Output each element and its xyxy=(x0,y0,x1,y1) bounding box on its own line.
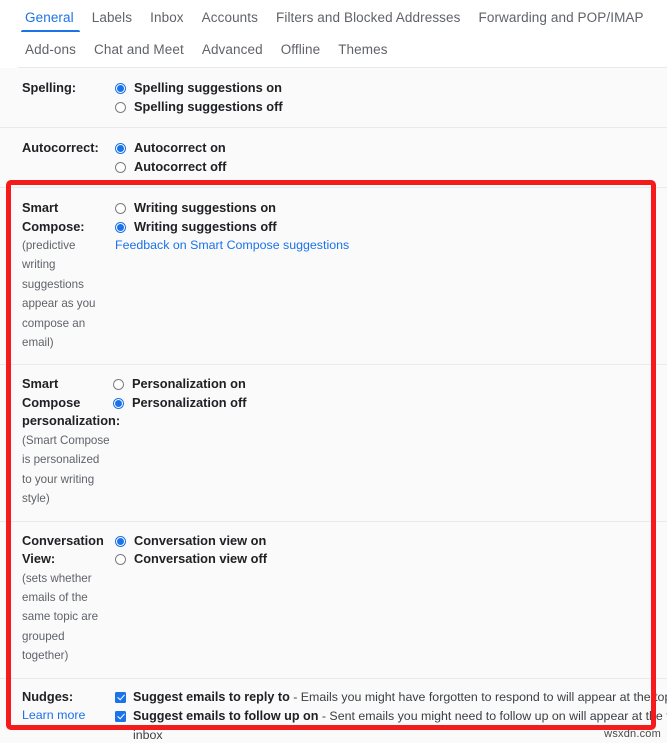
tab-offline[interactable]: Offline xyxy=(272,42,329,64)
spelling-option-on-label: Spelling suggestions on xyxy=(134,80,282,95)
smart-compose-personalization-label-column: Smart Compose personalization: (Smart Co… xyxy=(0,375,121,508)
nudges-label: Nudges: xyxy=(22,688,74,704)
checkbox-suggest-emails-to-reply-to[interactable] xyxy=(115,691,126,703)
conversation-view-label-line2: View: xyxy=(22,551,56,567)
spelling-option-off[interactable]: Spelling suggestions off xyxy=(115,98,667,117)
tab-labels[interactable]: Labels xyxy=(83,10,141,32)
settings-tab-bar: General Labels Inbox Accounts Filters an… xyxy=(0,0,667,68)
radio-conversation-view-on[interactable] xyxy=(115,535,126,547)
radio-writing-suggestions-on[interactable] xyxy=(115,203,126,214)
radio-personalization-on[interactable] xyxy=(113,379,124,391)
autocorrect-option-on[interactable]: Autocorrect on xyxy=(115,139,667,158)
radio-spelling-on[interactable] xyxy=(115,83,126,94)
nudges-options: Suggest emails to reply to - Emails you … xyxy=(113,688,667,743)
spelling-option-off-label: Spelling suggestions off xyxy=(134,98,283,114)
smart-compose-option-on-label: Writing suggestions on xyxy=(134,200,276,215)
autocorrect-option-on-label: Autocorrect on xyxy=(134,140,226,155)
nudges-reply-bold: Suggest emails to reply to xyxy=(133,689,290,704)
smart-compose-option-on[interactable]: Writing suggestions on xyxy=(115,199,667,218)
smart-compose-personalization-description: (Smart Compose is personalized to your w… xyxy=(22,433,110,506)
nudges-reply-text: Suggest emails to reply to - Emails you … xyxy=(133,688,667,707)
personalization-option-off-label: Personalization off xyxy=(132,394,247,410)
gmail-settings-screen: General Labels Inbox Accounts Filters an… xyxy=(0,0,667,743)
tab-inbox[interactable]: Inbox xyxy=(141,10,193,32)
conversation-view-option-off[interactable]: Conversation view off xyxy=(115,550,667,569)
smart-compose-label-line2: Compose: xyxy=(22,218,85,234)
radio-autocorrect-on[interactable] xyxy=(115,143,126,154)
autocorrect-option-off-label: Autocorrect off xyxy=(134,158,227,174)
watermark-text: wsxdn.com xyxy=(604,728,661,740)
checkbox-suggest-emails-to-follow-up-on[interactable] xyxy=(115,710,126,722)
autocorrect-options: Autocorrect on Autocorrect off xyxy=(113,139,667,176)
radio-personalization-off[interactable] xyxy=(113,397,124,409)
setting-row-nudges: Nudges: Learn more Suggest emails to rep… xyxy=(0,678,667,743)
smart-compose-personalization-label-line1: Smart Compose xyxy=(22,376,81,410)
conversation-view-label-line1: Conversation xyxy=(22,532,104,548)
personalization-option-off[interactable]: Personalization off xyxy=(113,394,667,413)
conversation-view-options: Conversation view on Conversation view o… xyxy=(113,532,667,569)
autocorrect-label-column: Autocorrect: xyxy=(0,139,113,158)
tab-themes[interactable]: Themes xyxy=(329,42,396,64)
tab-advanced[interactable]: Advanced xyxy=(193,42,272,64)
setting-row-spelling: Spelling: Spelling suggestions on Spelli… xyxy=(0,68,667,128)
smart-compose-label-line1: Smart xyxy=(22,200,59,215)
smart-compose-label-column: Smart Compose: (predictive writing sugge… xyxy=(0,199,113,352)
tab-add-ons[interactable]: Add-ons xyxy=(18,42,85,64)
nudges-followup-text: Suggest emails to follow up on - Sent em… xyxy=(133,707,667,726)
nudges-followup-option[interactable]: Suggest emails to follow up on - Sent em… xyxy=(115,707,667,726)
conversation-view-description: (sets whether emails of the same topic a… xyxy=(22,571,99,663)
radio-writing-suggestions-off[interactable] xyxy=(115,221,126,233)
tab-accounts[interactable]: Accounts xyxy=(193,10,267,32)
spelling-label: Spelling: xyxy=(22,80,77,95)
smart-compose-personalization-label-line2: personalization: xyxy=(22,413,121,429)
setting-row-conversation-view: Conversation View: (sets whether emails … xyxy=(0,521,667,679)
nudges-followup-rest: - Sent emails you might need to follow u… xyxy=(321,708,667,723)
tab-row-primary: General Labels Inbox Accounts Filters an… xyxy=(18,0,667,32)
tab-chat-and-meet[interactable]: Chat and Meet xyxy=(85,42,193,64)
nudges-followup-bold: Suggest emails to follow up on xyxy=(133,708,319,723)
setting-row-autocorrect: Autocorrect: Autocorrect on Autocorrect … xyxy=(0,128,667,188)
radio-autocorrect-off[interactable] xyxy=(115,161,126,173)
smart-compose-personalization-options: Personalization on Personalization off xyxy=(113,375,667,412)
spelling-option-on[interactable]: Spelling suggestions on xyxy=(115,79,667,98)
tab-filters-and-blocked-addresses[interactable]: Filters and Blocked Addresses xyxy=(267,10,470,32)
nudges-label-column: Nudges: Learn more xyxy=(0,688,113,726)
nudges-reply-rest: - Emails you might have forgotten to res… xyxy=(293,689,667,704)
smart-compose-option-off-label: Writing suggestions off xyxy=(134,218,277,234)
personalization-option-on-label: Personalization on xyxy=(132,376,246,392)
setting-row-smart-compose-personalization: Smart Compose personalization: (Smart Co… xyxy=(0,365,667,522)
smart-compose-description: (predictive writing suggestions appear a… xyxy=(22,239,96,350)
radio-conversation-view-off[interactable] xyxy=(115,554,126,566)
settings-list: Spelling: Spelling suggestions on Spelli… xyxy=(0,68,667,743)
conversation-view-option-on-label: Conversation view on xyxy=(134,532,267,548)
autocorrect-option-off[interactable]: Autocorrect off xyxy=(115,158,667,177)
conversation-view-option-on[interactable]: Conversation view on xyxy=(115,532,667,551)
conversation-view-option-off-label: Conversation view off xyxy=(134,551,267,567)
tab-row-secondary: Add-ons Chat and Meet Advanced Offline T… xyxy=(18,32,667,64)
tab-forwarding-and-pop-imap[interactable]: Forwarding and POP/IMAP xyxy=(470,10,653,32)
smart-compose-option-off[interactable]: Writing suggestions off xyxy=(115,218,667,237)
setting-row-smart-compose: Smart Compose: (predictive writing sugge… xyxy=(0,188,667,366)
autocorrect-label: Autocorrect: xyxy=(22,140,99,155)
tab-general[interactable]: General xyxy=(18,10,83,32)
nudges-learn-more-link[interactable]: Learn more xyxy=(22,706,85,725)
conversation-view-label-column: Conversation View: (sets whether emails … xyxy=(0,532,113,666)
nudges-followup-wrap-line: inbox xyxy=(133,727,163,742)
nudges-reply-option[interactable]: Suggest emails to reply to - Emails you … xyxy=(115,688,667,707)
spelling-options: Spelling suggestions on Spelling suggest… xyxy=(113,79,667,116)
smart-compose-options: Writing suggestions on Writing suggestio… xyxy=(113,199,667,255)
personalization-option-on[interactable]: Personalization on xyxy=(113,375,667,394)
radio-spelling-off[interactable] xyxy=(115,101,126,113)
spelling-label-column: Spelling: xyxy=(0,79,113,98)
smart-compose-feedback-link[interactable]: Feedback on Smart Compose suggestions xyxy=(115,236,349,255)
